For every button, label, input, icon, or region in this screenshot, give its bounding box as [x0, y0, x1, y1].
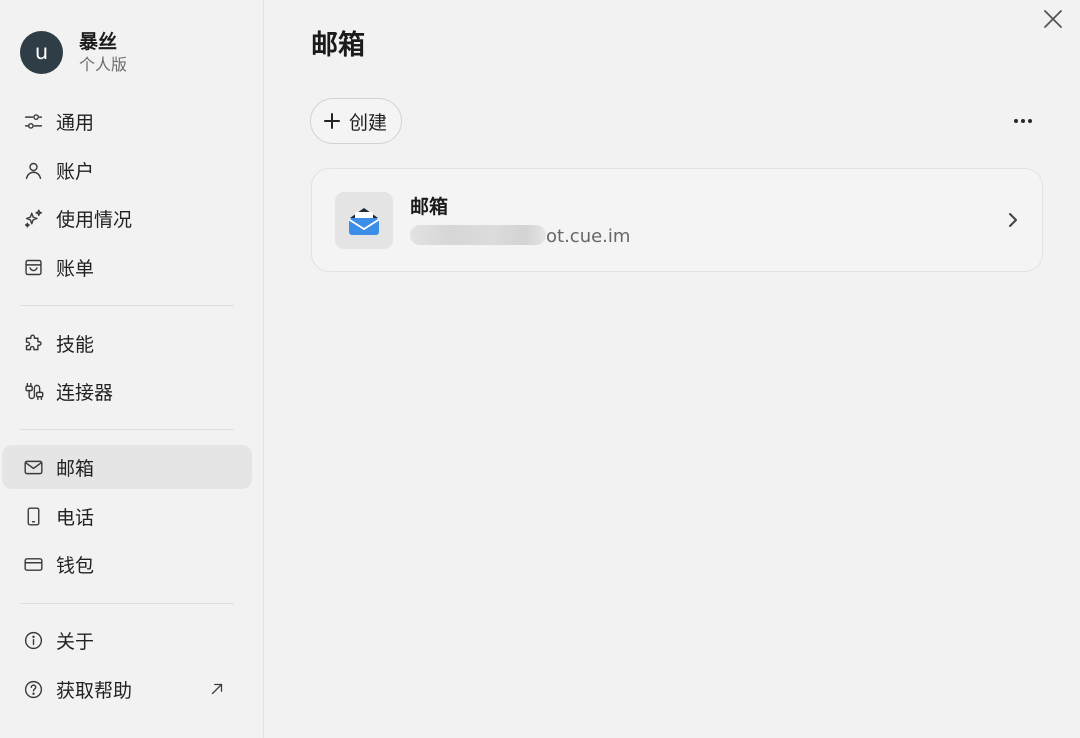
mailbox-address-domain: ot.cue.im: [546, 226, 631, 247]
mail-icon: [22, 456, 44, 478]
user-icon: [22, 159, 44, 181]
sidebar-item-skills[interactable]: 技能: [2, 321, 252, 365]
sliders-icon: [22, 110, 44, 132]
sparkles-icon: [22, 207, 44, 229]
sidebar-item-label: 技能: [56, 333, 95, 356]
mailbox-address: ot.cue.im: [410, 225, 630, 248]
profile: u 暴丝 个人版: [20, 30, 127, 75]
sidebar-item-label: 使用情况: [56, 208, 133, 231]
more-options-button[interactable]: [1010, 110, 1036, 132]
phone-icon: [22, 505, 44, 527]
redacted-address: [410, 225, 546, 245]
card-icon: [22, 553, 44, 575]
profile-name: 暴丝: [79, 31, 118, 53]
sidebar-item-mailbox[interactable]: 邮箱: [2, 445, 252, 489]
page-title: 邮箱: [311, 30, 365, 61]
profile-info: 暴丝 个人版: [79, 30, 127, 75]
sidebar-item-billing[interactable]: 账单: [2, 245, 252, 289]
avatar[interactable]: u: [20, 31, 63, 74]
sidebar-item-phone[interactable]: 电话: [2, 494, 252, 538]
info-icon: [22, 629, 44, 651]
sidebar-item-label: 关于: [56, 630, 95, 653]
billing-icon: [22, 256, 44, 278]
sidebar-item-label: 钱包: [56, 554, 95, 577]
sidebar-item-label: 获取帮助: [56, 679, 133, 702]
sidebar-item-label: 通用: [56, 111, 95, 134]
close-button[interactable]: [1042, 8, 1064, 30]
puzzle-icon: [22, 332, 44, 354]
main-panel: 邮箱 创建 邮箱 ot.cue.im: [264, 0, 1080, 738]
sidebar-divider: [20, 603, 234, 604]
sidebar-divider: [20, 429, 234, 430]
chevron-right-icon: [1006, 210, 1020, 230]
sidebar-item-label: 账户: [56, 160, 95, 183]
sidebar-item-label: 邮箱: [56, 457, 95, 480]
sidebar-item-label: 连接器: [56, 381, 114, 404]
help-icon: [22, 678, 44, 700]
settings-window: u 暴丝 个人版 通用 账户 使用情况 账单 技能 连接器 邮箱 电话 钱包 关…: [0, 0, 1080, 738]
connector-icon: [22, 380, 44, 402]
plus-icon: [324, 113, 340, 129]
sidebar-item-usage[interactable]: 使用情况: [2, 196, 252, 240]
profile-plan: 个人版: [79, 55, 128, 74]
create-button-label: 创建: [349, 111, 388, 134]
create-button[interactable]: 创建: [310, 98, 403, 144]
sidebar-item-about[interactable]: 关于: [2, 618, 252, 662]
sidebar-item-general[interactable]: 通用: [2, 99, 252, 143]
sidebar-item-wallet[interactable]: 钱包: [2, 542, 252, 586]
more-icon: [1014, 119, 1032, 123]
sidebar-item-connectors[interactable]: 连接器: [2, 369, 252, 413]
mailbox-card-title: 邮箱: [410, 196, 449, 218]
sidebar-divider: [20, 305, 234, 306]
envelope-open-icon: [335, 192, 393, 249]
sidebar-item-label: 账单: [56, 257, 95, 280]
sidebar-item-account[interactable]: 账户: [2, 148, 252, 192]
sidebar-item-get-help[interactable]: 获取帮助: [2, 667, 252, 711]
mailbox-card[interactable]: 邮箱 ot.cue.im: [311, 168, 1043, 272]
close-icon: [1044, 10, 1062, 28]
external-link-icon: [208, 680, 226, 698]
sidebar: u 暴丝 个人版 通用 账户 使用情况 账单 技能 连接器 邮箱 电话 钱包 关…: [0, 0, 264, 738]
sidebar-item-label: 电话: [56, 506, 95, 529]
